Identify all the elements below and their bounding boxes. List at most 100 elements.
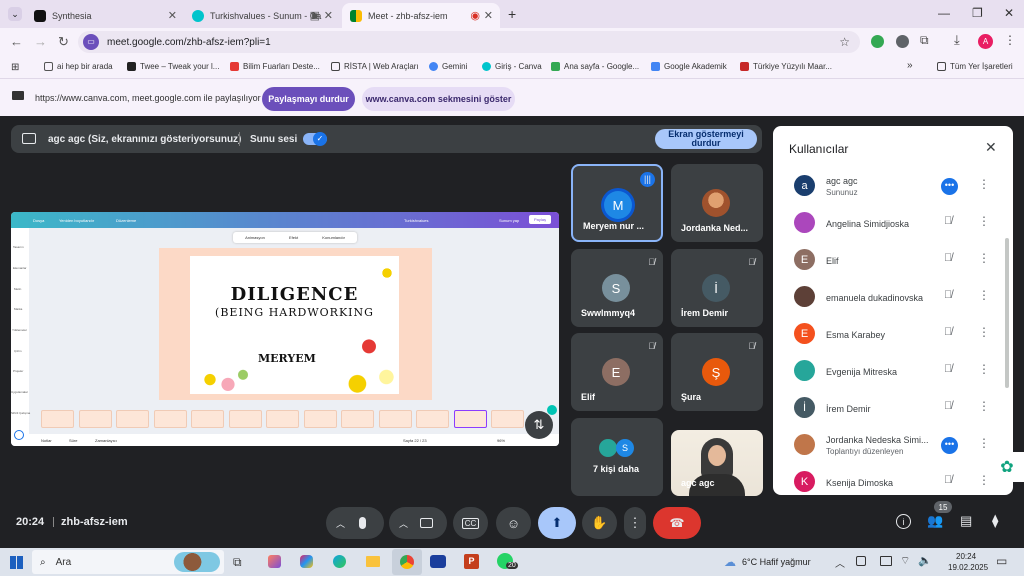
mic-off-icon[interactable]: 🎙̸ [944, 400, 952, 412]
all-bookmarks-folder[interactable]: Tüm Yer İşaretleri [937, 62, 1013, 71]
mic-off-icon[interactable]: 🎙̸ [944, 252, 952, 264]
task-view-icon[interactable]: ⧉ [233, 555, 242, 570]
show-canva-tab-button[interactable]: www.canva.com sekmesini göster [362, 87, 515, 111]
people-icon[interactable]: 👥 [927, 513, 943, 529]
reload-icon[interactable]: ↻ [58, 34, 69, 50]
bookmark-item[interactable]: Giriş - Canva [482, 62, 542, 71]
mic-off-icon[interactable]: 🎙̸ [944, 474, 952, 486]
maximize-icon[interactable]: ❐ [972, 6, 983, 20]
minimize-icon[interactable]: — [938, 6, 950, 20]
participant-row[interactable]: emanuela dukadinovska 🎙̸ ⋮ [773, 279, 1001, 316]
network-icon[interactable] [880, 556, 892, 566]
weather-text[interactable]: 6°C Hafif yağmur [742, 557, 811, 567]
more-vert-icon[interactable]: ⋮ [978, 399, 990, 413]
more-vert-icon[interactable]: ⋮ [978, 251, 990, 265]
participant-tile[interactable]: S 🎙̸ Swwlmmyq4 [571, 249, 663, 327]
url-text[interactable]: meet.google.com/zhb-afsz-iem?pli=1 [107, 37, 271, 48]
address-bar[interactable]: ▭ meet.google.com/zhb-afsz-iem?pli=1 ☆ [78, 31, 860, 53]
bookmarks-overflow[interactable]: » [907, 60, 913, 71]
bookmark-item[interactable]: Google Akademik [651, 62, 727, 71]
extension-icon[interactable] [896, 35, 909, 48]
apps-grid-icon[interactable]: ⊞ [11, 62, 19, 73]
tab-meet[interactable]: Meet - zhb-afsz-iem ◉ ✕ [342, 3, 500, 28]
close-panel-icon[interactable]: ✕ [985, 139, 997, 156]
more-vert-icon[interactable]: ⋮ [978, 325, 990, 339]
participant-row[interactable]: E Esma Karabey 🎙̸ ⋮ [773, 316, 1001, 353]
copilot-icon[interactable] [300, 555, 313, 568]
taskbar-app-icon[interactable] [430, 555, 446, 568]
raise-hand-button[interactable]: ✋ [582, 507, 617, 539]
close-tab-icon[interactable]: ▣ [310, 9, 320, 22]
participant-row[interactable]: K Ksenija Dimoska 🎙̸ ⋮ [773, 464, 1001, 495]
participant-row[interactable]: Jordanka Nedeska Simi... Toplantıyı düzen… [773, 427, 1001, 464]
notifications-icon[interactable]: ▭ [996, 554, 1007, 568]
avatar[interactable]: A [978, 34, 993, 49]
people-scrollbar[interactable] [1005, 238, 1009, 388]
more-options-button[interactable]: ⋮ [624, 507, 646, 539]
bookmark-item[interactable]: Ana sayfa - Google... [551, 62, 639, 71]
rotate-view-icon[interactable]: ⇅ [525, 411, 553, 439]
new-tab-button[interactable]: + [508, 6, 516, 22]
camera-button[interactable]: ︿ [389, 507, 447, 539]
browser-menu-icon[interactable]: ⋮ [1004, 33, 1016, 47]
participant-tile[interactable]: Jordanka Ned... [671, 164, 763, 242]
more-vert-icon[interactable]: ⋮ [978, 214, 990, 228]
participant-tile[interactable]: E 🎙̸ Elif [571, 333, 663, 411]
close-tab-icon[interactable]: ✕ [484, 9, 493, 22]
chat-icon[interactable]: ▤ [960, 513, 972, 529]
more-participants-tile[interactable]: S 7 kişi daha [571, 418, 663, 496]
bookmark-star-icon[interactable]: ☆ [839, 35, 850, 49]
bookmark-item[interactable]: Bilim Fuarları Deste... [230, 62, 320, 71]
tab-canva[interactable]: Turkishvalues - Sunum - Ca ▣ ✕ [184, 3, 340, 28]
participant-row[interactable]: E Elif 🎙̸ ⋮ [773, 242, 1001, 279]
bookmark-item[interactable]: RİSTA | Web Araçları [331, 62, 419, 71]
participant-row[interactable]: İ İrem Demir 🎙̸ ⋮ [773, 390, 1001, 427]
self-video-tile[interactable]: agc agc [671, 430, 763, 496]
mic-off-icon[interactable]: 🎙̸ [944, 326, 952, 338]
tray-app-icon[interactable] [856, 556, 866, 566]
leave-call-button[interactable]: ☎ [653, 507, 701, 539]
mic-off-icon[interactable]: 🎙̸ [944, 289, 952, 301]
participant-row[interactable]: a agc agc Sununuz ••• ⋮ [773, 168, 1001, 205]
meeting-info-icon[interactable]: i [896, 514, 911, 529]
close-tab-icon[interactable]: ✕ [168, 9, 177, 22]
tab-synthesia[interactable]: Synthesia ✕ [26, 3, 184, 28]
present-button[interactable]: ⬆ [538, 507, 576, 539]
bookmark-item[interactable]: Gemini [429, 62, 467, 71]
stop-presenting-button[interactable]: Ekran göstermeyi durdur [655, 129, 757, 149]
participant-row[interactable]: Angelina Simidjioska 🎙̸ ⋮ [773, 205, 1001, 242]
extensions-puzzle-icon[interactable]: ⧉ [920, 33, 929, 48]
more-vert-icon[interactable]: ⋮ [978, 177, 990, 191]
participant-row[interactable]: Evgenija Mitreska 🎙̸ ⋮ [773, 353, 1001, 390]
taskbar-app-icon[interactable] [268, 555, 281, 568]
forward-icon[interactable]: → [34, 34, 47, 49]
audio-activity-icon[interactable]: ••• [941, 437, 958, 454]
site-info-icon[interactable]: ▭ [83, 34, 99, 50]
chevron-up-icon[interactable]: ︿ [336, 517, 345, 530]
reactions-button[interactable]: ☺ [496, 507, 531, 539]
more-vert-icon[interactable]: ⋮ [978, 436, 990, 450]
more-vert-icon[interactable]: ⋮ [978, 288, 990, 302]
mic-off-icon[interactable]: 🎙̸ [944, 363, 952, 375]
assistant-extension-icon[interactable]: ✿ [990, 452, 1024, 482]
more-vert-icon[interactable]: ⋮ [978, 473, 990, 487]
mic-button[interactable]: ︿ [326, 507, 384, 539]
bookmark-item[interactable]: ai hep bir arada [44, 62, 113, 71]
wifi-icon[interactable]: ⌔ [900, 554, 910, 568]
close-window-icon[interactable]: ✕ [1004, 6, 1014, 20]
close-tab-icon[interactable]: ✕ [324, 9, 333, 22]
bookmark-item[interactable]: Twee – Tweak your l... [127, 62, 219, 71]
edge-icon[interactable] [333, 555, 346, 568]
participant-tile[interactable]: Ş 🎙̸ Şura [671, 333, 763, 411]
participant-tile[interactable]: M ||| Meryem nur ... [571, 164, 663, 242]
clock-time[interactable]: 20:24 [956, 552, 976, 561]
captions-button[interactable]: CC [453, 507, 488, 539]
chevron-up-icon[interactable]: ︿ [399, 517, 408, 530]
presentation-audio-toggle[interactable]: ✓ [303, 132, 327, 146]
tab-search-chevron-icon[interactable]: ⌄ [8, 7, 22, 21]
participant-tile[interactable]: İ 🎙̸ İrem Demir [671, 249, 763, 327]
powerpoint-icon[interactable]: P [464, 554, 479, 569]
activities-icon[interactable]: ⧫ [992, 513, 998, 529]
extension-icon[interactable] [871, 35, 884, 48]
bookmark-item[interactable]: Türkiye Yüzyılı Maar... [740, 62, 832, 71]
